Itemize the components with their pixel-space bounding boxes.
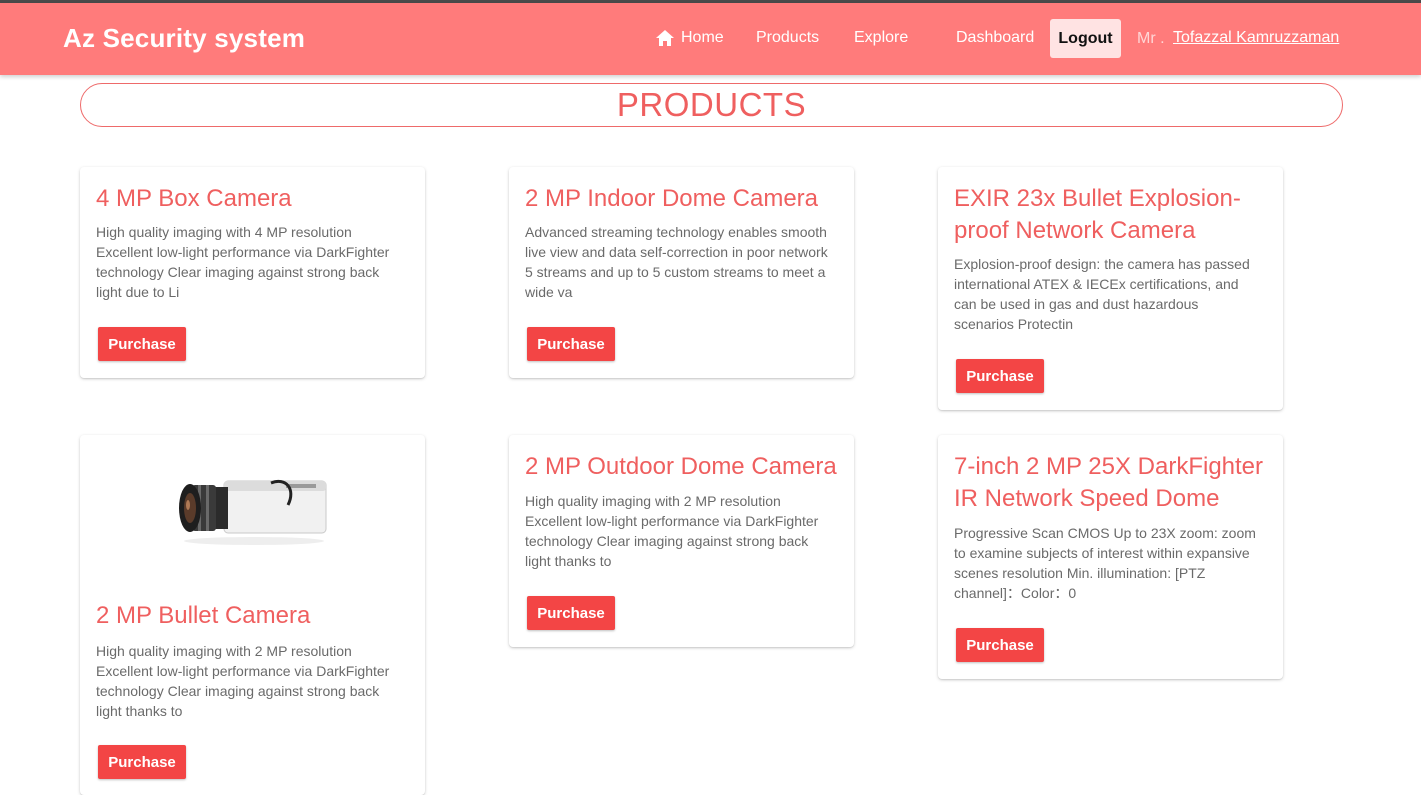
navbar: Az Security system Home Products Explore… [0, 3, 1421, 75]
purchase-button[interactable]: Purchase [527, 327, 615, 361]
home-icon [656, 30, 674, 46]
nav-home-link[interactable]: Home [655, 29, 724, 47]
brand-title[interactable]: Az Security system [63, 23, 305, 54]
user-name-link[interactable]: Tofazzal Kamruzzaman [1173, 29, 1339, 47]
product-card: EXIR 23x Bullet Explosion-proof Network … [938, 167, 1283, 410]
nav-dashboard-link[interactable]: Dashboard [956, 29, 1034, 47]
product-card: 2 MP Bullet Camera High quality imaging … [80, 435, 425, 795]
nav-products-link[interactable]: Products [756, 29, 819, 47]
nav-home-label: Home [681, 29, 724, 46]
product-title: 2 MP Bullet Camera [96, 602, 311, 629]
product-card: 7-inch 2 MP 25X DarkFighter IR Network S… [938, 435, 1283, 679]
product-description: High quality imaging with 4 MP resolutio… [96, 224, 390, 300]
product-card: 2 MP Indoor Dome Camera Advanced streami… [509, 167, 854, 378]
product-title: 4 MP Box Camera [96, 185, 292, 212]
product-description: Explosion-proof design: the camera has p… [954, 256, 1250, 332]
logout-button[interactable]: Logout [1050, 19, 1121, 58]
product-title: 2 MP Indoor Dome Camera [525, 185, 819, 212]
purchase-button[interactable]: Purchase [98, 745, 186, 779]
page-title: PRODUCTS [80, 83, 1343, 127]
product-description: High quality imaging with 2 MP resolutio… [525, 493, 819, 569]
product-title: 7-inch 2 MP 25X DarkFighter IR Network S… [954, 453, 1264, 512]
product-description: Progressive Scan CMOS Up to 23X zoom: zo… [954, 525, 1256, 601]
product-card: 2 MP Outdoor Dome Camera High quality im… [509, 435, 854, 647]
purchase-button[interactable]: Purchase [956, 628, 1044, 662]
nav-explore-link[interactable]: Explore [854, 29, 908, 47]
product-description: High quality imaging with 2 MP resolutio… [96, 643, 390, 719]
product-description: Advanced streaming technology enables sm… [525, 224, 828, 300]
box-camera-image [179, 480, 327, 545]
product-card: 4 MP Box Camera High quality imaging wit… [80, 167, 425, 378]
purchase-button[interactable]: Purchase [98, 327, 186, 361]
product-title: EXIR 23x Bullet Explosion-proof Network … [954, 185, 1241, 244]
purchase-button[interactable]: Purchase [527, 596, 615, 630]
purchase-button[interactable]: Purchase [956, 359, 1044, 393]
product-title: 2 MP Outdoor Dome Camera [525, 453, 837, 480]
user-title-prefix: Mr . [1137, 30, 1165, 47]
